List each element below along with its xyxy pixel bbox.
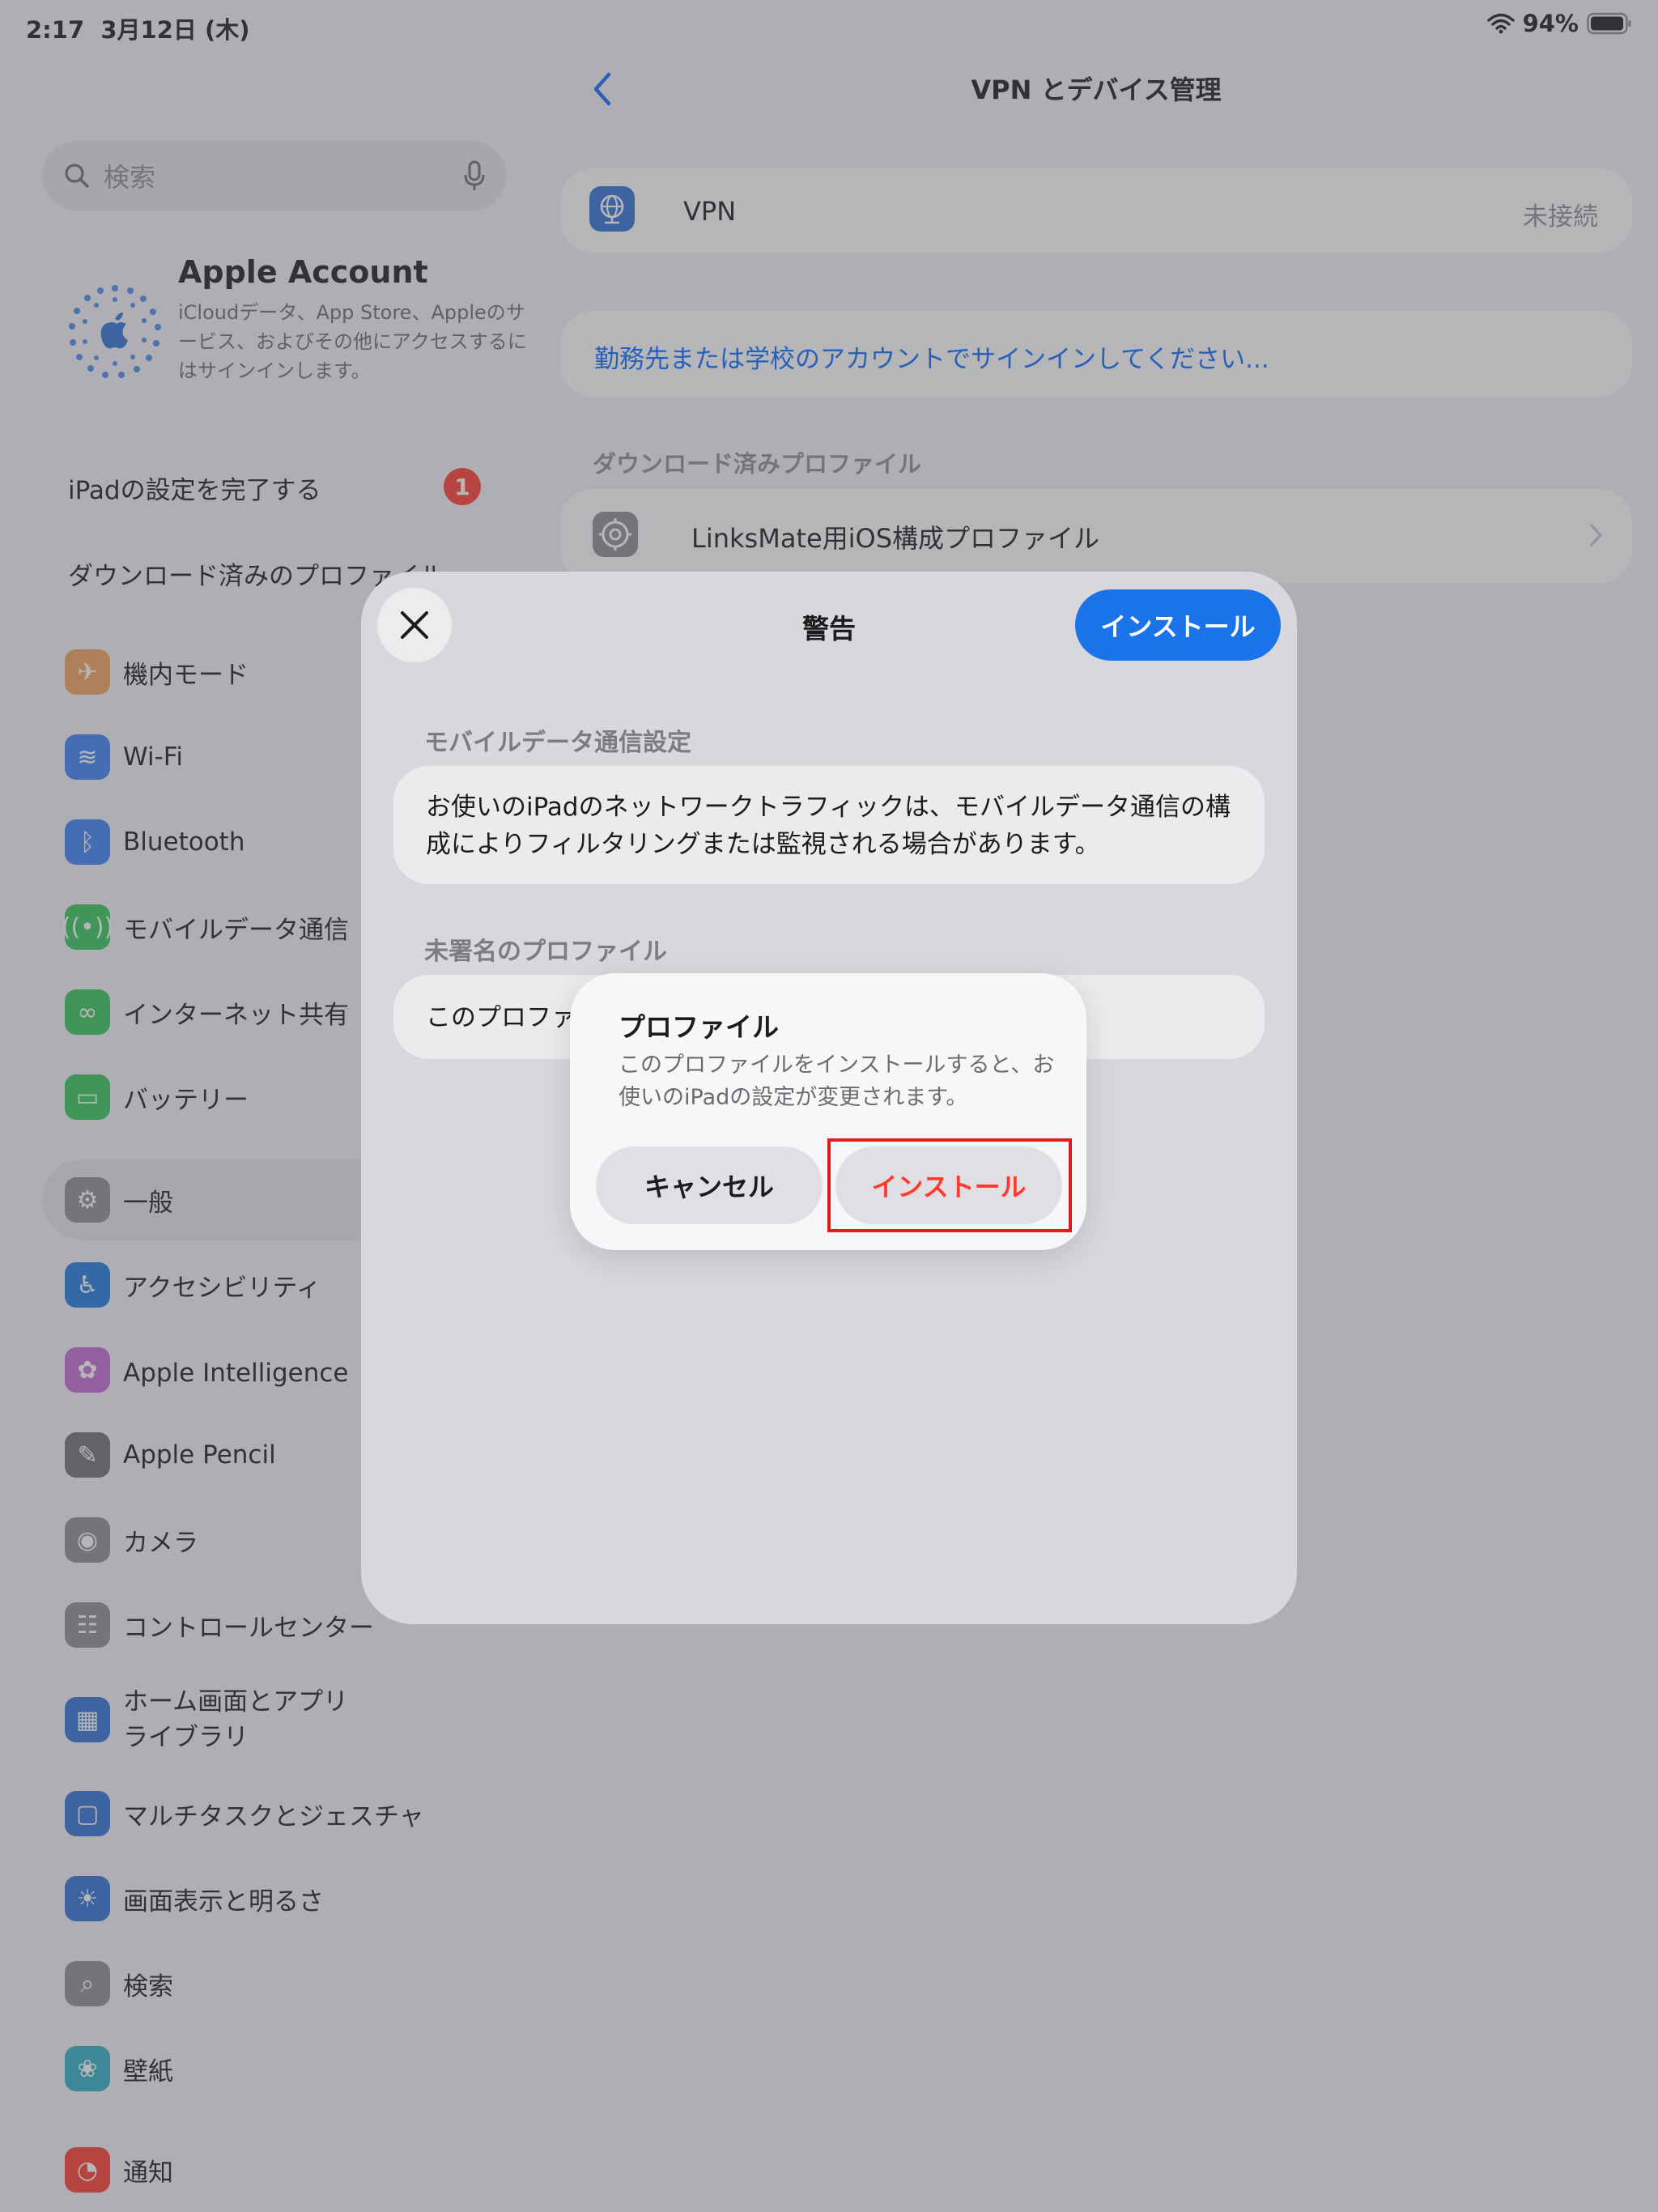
alert-message: このプロファイルをインストールすると、お使いのiPadの設定が変更されます。 (619, 1053, 1055, 1110)
mobile-data-card: お使いのiPadのネットワークトラフィックは、モバイルデータ通信の構成によりフィ… (393, 766, 1265, 884)
highlight-annotation (827, 1138, 1072, 1232)
alert-title: プロファイル (619, 1011, 779, 1043)
sheet-install-button[interactable]: インストール (1075, 589, 1281, 661)
mobile-data-text: お使いのiPadのネットワークトラフィックは、モバイルデータ通信の構成によりフィ… (426, 793, 1231, 859)
unsigned-profile-section-header: 未署名のプロファイル (424, 938, 667, 966)
cancel-button[interactable]: キャンセル (596, 1146, 823, 1224)
mobile-data-section-header: モバイルデータ通信設定 (424, 729, 691, 757)
